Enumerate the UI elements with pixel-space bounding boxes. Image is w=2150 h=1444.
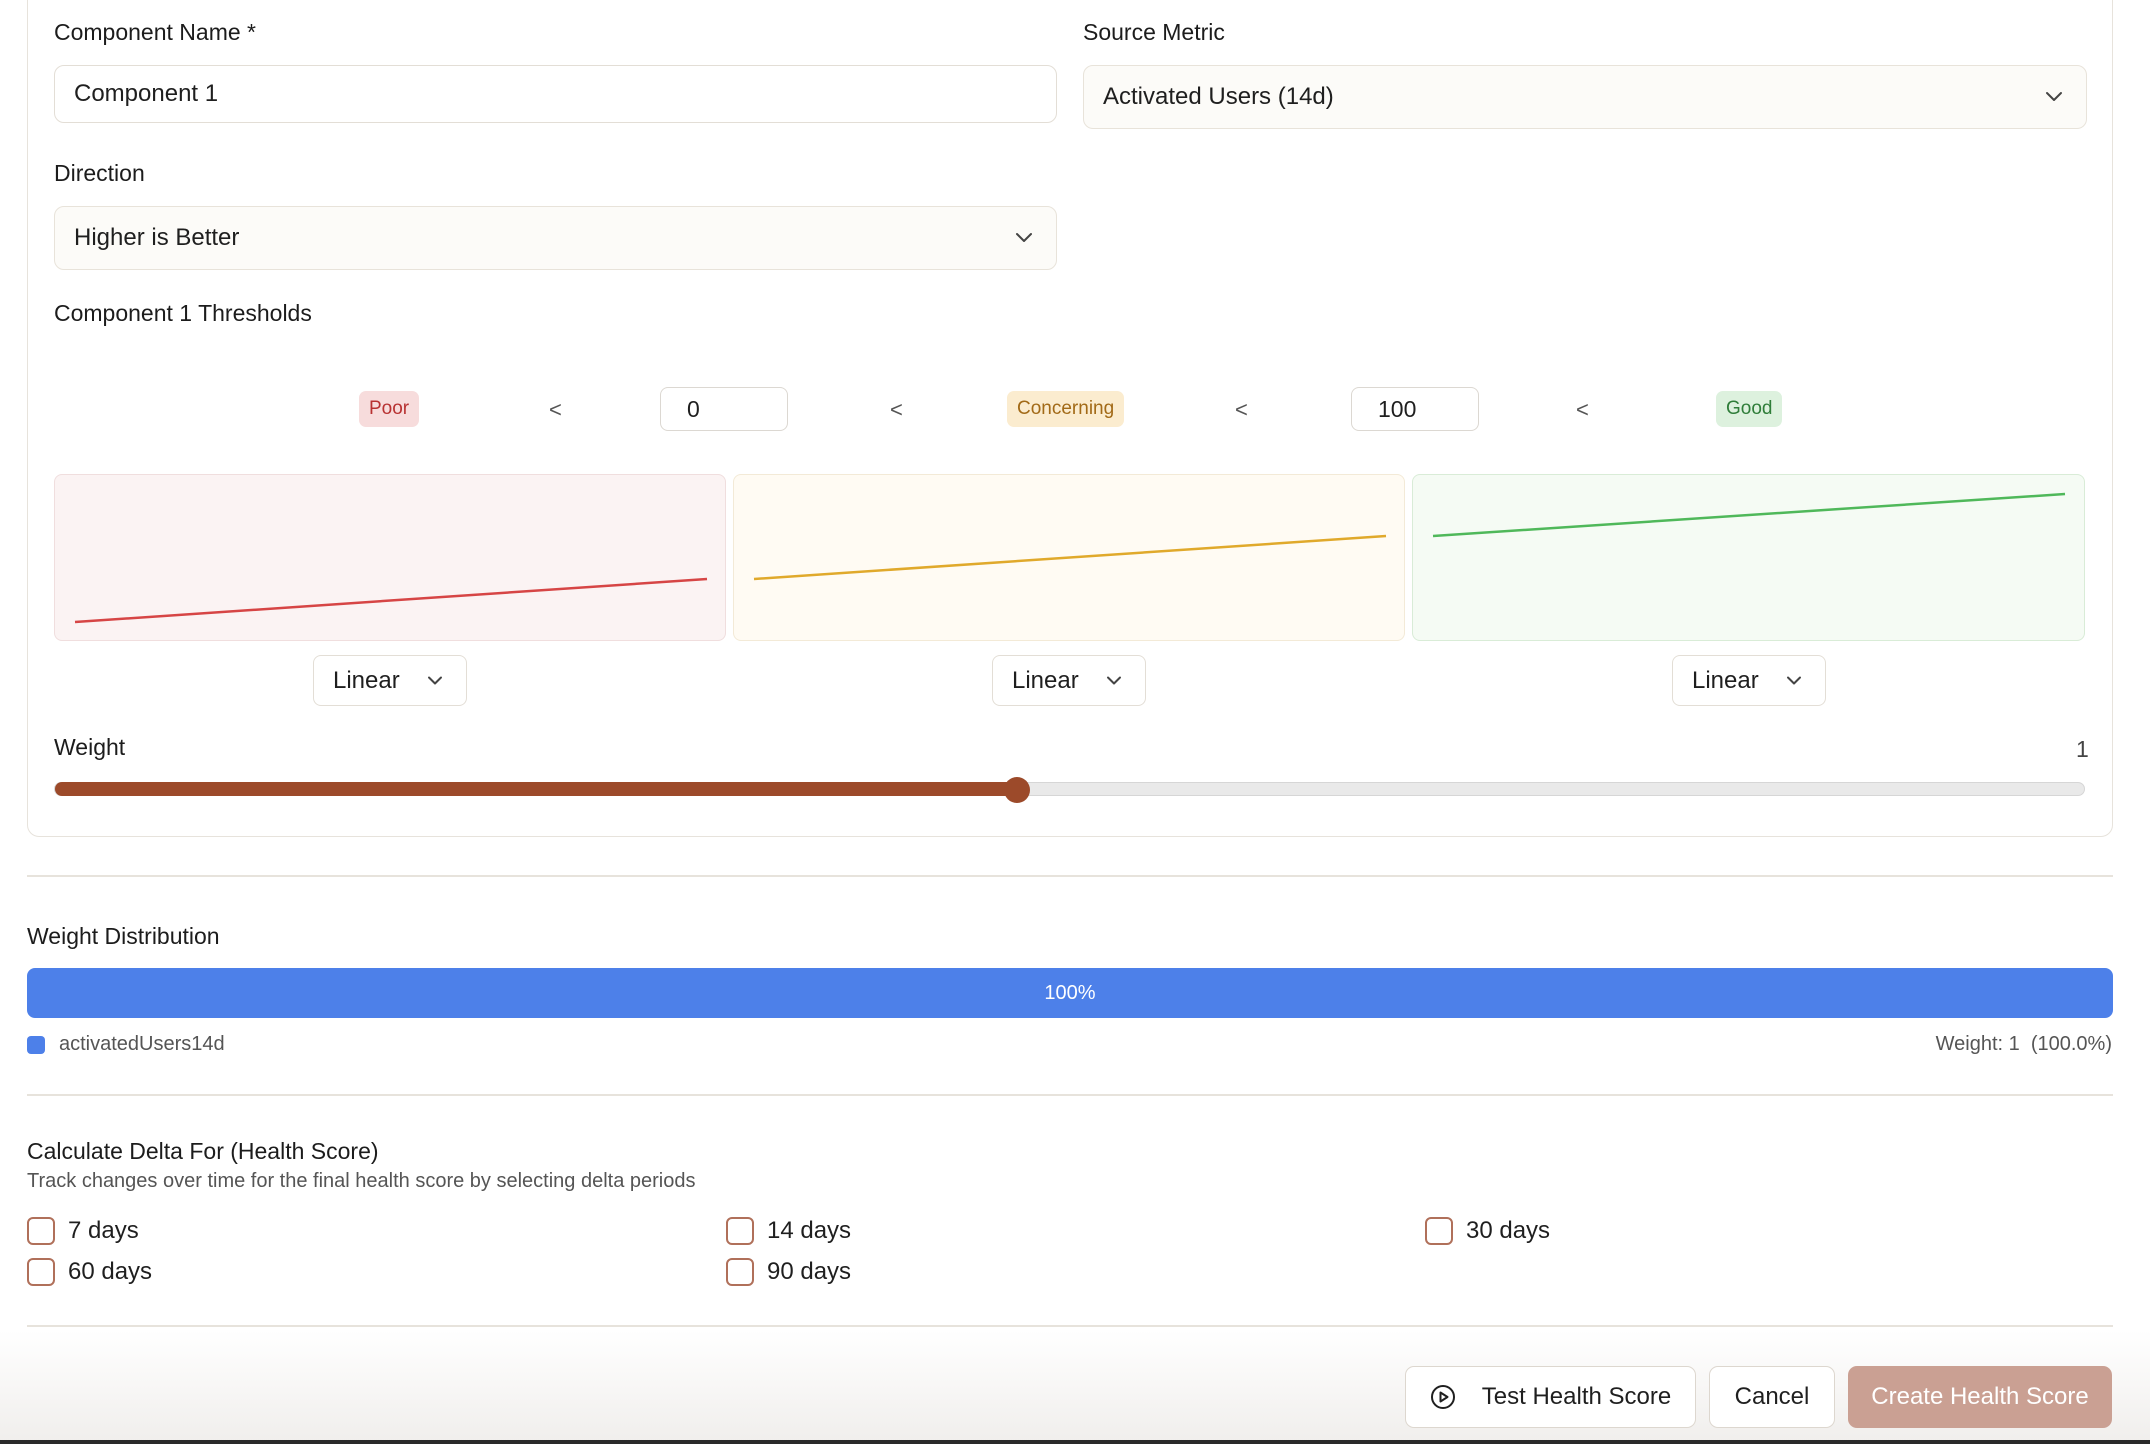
less-than-symbol: <	[1576, 397, 1589, 422]
poor-curve-type-value: Linear	[333, 666, 400, 694]
good-curve-chart	[1432, 492, 2066, 538]
weight-distribution-bar-label: 100%	[1044, 981, 1096, 1004]
poor-curve-line	[74, 577, 708, 624]
component-name-label: Component Name *	[54, 19, 256, 45]
checkbox[interactable]	[27, 1217, 55, 1245]
less-than-symbol: <	[1235, 397, 1248, 422]
section-divider	[27, 1325, 2113, 1327]
weight-value: 1	[2076, 736, 2089, 762]
create-health-score-label: Create Health Score	[1871, 1383, 2089, 1410]
upper-threshold-value: 100	[1378, 395, 1417, 422]
chevron-down-icon	[1787, 676, 1801, 684]
concerning-curve-chart	[753, 534, 1387, 581]
concerning-badge: Concerning	[1007, 391, 1125, 427]
delta-option-60-days[interactable]: 60 days	[27, 1258, 152, 1286]
cancel-label: Cancel	[1734, 1383, 1810, 1410]
legend-weight-text: Weight: 1 (100.0%)	[1935, 1033, 2112, 1055]
create-health-score-button[interactable]: Create Health Score	[1848, 1366, 2112, 1428]
source-metric-select[interactable]: Activated Users (14d)	[1083, 65, 2087, 129]
checkbox[interactable]	[726, 1217, 754, 1245]
chevron-down-icon	[428, 676, 442, 684]
good-curve-panel	[1412, 474, 2085, 641]
poor-badge: Poor	[359, 391, 420, 427]
chevron-down-icon	[1107, 676, 1121, 684]
source-metric-label: Source Metric	[1083, 19, 1225, 45]
less-than-symbol: <	[890, 397, 903, 422]
weight-label: Weight	[54, 734, 126, 760]
weight-distribution-title: Weight Distribution	[27, 923, 220, 949]
less-than-symbol: <	[549, 397, 562, 422]
delta-option-14-days[interactable]: 14 days	[726, 1217, 851, 1245]
delta-option-30-days[interactable]: 30 days	[1425, 1217, 1550, 1245]
checkbox[interactable]	[1425, 1217, 1453, 1245]
test-health-score-button[interactable]: Test Health Score	[1405, 1366, 1696, 1428]
legend-color-swatch	[27, 1036, 45, 1054]
direction-value: Higher is Better	[74, 224, 240, 251]
upper-threshold-input[interactable]: 100	[1351, 387, 1479, 431]
delta-option-7-days[interactable]: 7 days	[27, 1217, 139, 1245]
chevron-down-icon	[1016, 233, 1032, 242]
delta-option-label: 30 days	[1466, 1217, 1551, 1244]
poor-curve-panel	[54, 474, 726, 641]
concerning-curve-panel	[733, 474, 1405, 641]
weight-distribution-bar: 100%	[27, 968, 2113, 1018]
weight-slider-thumb[interactable]	[1003, 777, 1030, 803]
test-health-score-label: Test Health Score	[1481, 1383, 1672, 1410]
window-bottom-edge	[0, 1440, 2150, 1444]
weight-slider[interactable]	[54, 777, 2085, 803]
lower-threshold-input[interactable]: 0	[660, 387, 788, 431]
good-curve-type-value: Linear	[1692, 666, 1759, 694]
checkbox[interactable]	[726, 1258, 754, 1286]
lower-threshold-value: 0	[687, 395, 700, 422]
chevron-down-icon	[2046, 92, 2062, 101]
thresholds-title: Component 1 Thresholds	[54, 300, 312, 326]
direction-label: Direction	[54, 160, 145, 186]
concerning-curve-line	[753, 534, 1387, 581]
good-curve-type-select[interactable]: Linear	[1672, 655, 1826, 706]
component-name-input[interactable]: Component 1	[54, 65, 1057, 123]
section-divider	[27, 1094, 2113, 1096]
delta-description: Track changes over time for the final he…	[27, 1170, 696, 1192]
delta-option-label: 90 days	[767, 1258, 852, 1285]
legend-metric-name: activatedUsers14d	[59, 1033, 225, 1055]
checkbox[interactable]	[27, 1258, 55, 1286]
good-curve-line	[1432, 492, 2066, 538]
delta-option-90-days[interactable]: 90 days	[726, 1258, 851, 1286]
poor-curve-chart	[74, 577, 708, 624]
section-divider	[27, 875, 2113, 877]
cancel-button[interactable]: Cancel	[1709, 1366, 1835, 1428]
play-circle-icon	[1430, 1385, 1455, 1409]
poor-curve-type-select[interactable]: Linear	[313, 655, 467, 706]
component-name-value: Component 1	[74, 80, 219, 107]
delta-option-label: 14 days	[767, 1217, 852, 1244]
delta-option-label: 7 days	[68, 1217, 139, 1244]
source-metric-value: Activated Users (14d)	[1103, 83, 1334, 110]
concerning-curve-type-select[interactable]: Linear	[992, 655, 1146, 706]
delta-option-label: 60 days	[68, 1258, 153, 1285]
good-badge: Good	[1716, 391, 1783, 427]
weight-slider-fill	[55, 782, 1017, 796]
concerning-curve-type-value: Linear	[1012, 666, 1079, 694]
delta-title: Calculate Delta For (Health Score)	[27, 1138, 379, 1164]
direction-select[interactable]: Higher is Better	[54, 206, 1057, 270]
